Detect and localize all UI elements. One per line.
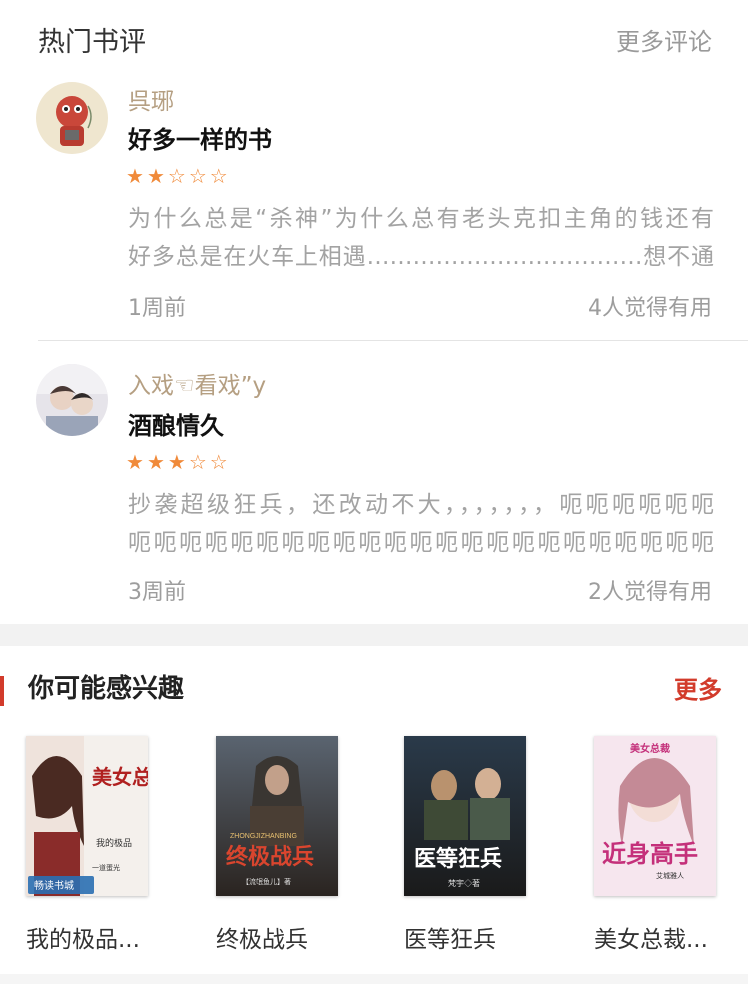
cover-subtitle-text: 美女总裁 (630, 742, 670, 755)
more-recommendations-link[interactable]: 更多 (674, 670, 722, 705)
review-text[interactable]: 为什么总是“杀神”为什么总有老头克扣主角的钱还有 好多总是在火车上相遇……………… (128, 200, 714, 276)
rating-stars: ★★☆☆☆ (126, 166, 231, 186)
review-text-line: 抄袭超级狂兵，还改动不大，，，，，，，呃呃呃呃呃呃 (128, 492, 714, 518)
review-book-title[interactable]: 酒酿情久 (128, 406, 224, 441)
divider (38, 340, 748, 341)
book-title[interactable]: 医等狂兵 (404, 920, 544, 954)
star-empty-icon: ☆ (188, 450, 210, 474)
review-text[interactable]: 抄袭超级狂兵，还改动不大，，，，，，，呃呃呃呃呃呃 呃呃呃呃呃呃呃呃呃呃呃呃呃呃… (128, 486, 714, 562)
book-card[interactable]: 美女总裁 我的极品 一道蛋光 畅读书城 我的极品... (26, 736, 150, 954)
book-cover[interactable]: 美女总裁 我的极品 一道蛋光 畅读书城 (26, 736, 148, 896)
cover-author-text: 【流氓鱼儿】著 (242, 877, 291, 886)
star-filled-icon: ★ (126, 450, 147, 474)
review-time: 1周前 (128, 296, 186, 321)
book-card[interactable]: 美女总裁 近身高手 艾城雅人 美女总裁... (594, 736, 718, 954)
cover-badge-text: 畅读书城 (34, 879, 74, 892)
book-title[interactable]: 我的极品... (26, 920, 166, 954)
reviews-header: 热门书评 更多评论 (0, 0, 748, 76)
book-cover-image: 美女总裁 近身高手 艾城雅人 (594, 736, 716, 896)
cover-title-text: 近身高手 (602, 840, 698, 868)
helpful-count[interactable]: 2人觉得有用 (588, 574, 712, 606)
avatar[interactable] (36, 364, 108, 436)
star-filled-icon: ★ (167, 450, 189, 474)
book-card[interactable]: ZHONGJIZHANBING 终极战兵 【流氓鱼儿】著 终极战兵 (216, 736, 340, 954)
bottom-edge (0, 974, 748, 984)
cover-subtitle-text: ZHONGJIZHANBING (230, 833, 297, 840)
rating-stars: ★★★☆☆ (126, 452, 231, 472)
review-text-line: 呃呃呃呃呃呃呃呃呃呃呃呃呃呃呃呃呃呃呃呃呃呃呃 (128, 530, 714, 556)
book-cover-image: 美女总裁 我的极品 一道蛋光 畅读书城 (26, 736, 148, 896)
cover-title-text: 终极战兵 (226, 844, 314, 869)
cover-author-text: 一道蛋光 (92, 863, 120, 872)
review-item[interactable]: 呉琊 好多一样的书 ★★☆☆☆ 为什么总是“杀神”为什么总有老头克扣主角的钱还有… (0, 76, 748, 341)
star-empty-icon: ☆ (209, 164, 231, 188)
avatar-image (36, 364, 108, 436)
recommend-section-title: 你可能感兴趣 (28, 674, 185, 704)
reviews-section-title: 热门书评 (38, 27, 146, 58)
cover-title-text: 美女总裁 (92, 765, 148, 789)
review-username[interactable]: 呉琊 (128, 82, 174, 116)
book-card[interactable]: 医等狂兵 梵宇◇著 医等狂兵 (404, 736, 528, 954)
star-filled-icon: ★ (146, 164, 168, 188)
section-separator (0, 624, 748, 646)
helpful-count[interactable]: 4人觉得有用 (588, 290, 712, 322)
review-text-line: 为什么总是“杀神”为什么总有老头克扣主角的钱还有 (128, 206, 714, 232)
more-reviews-link[interactable]: 更多评论 (616, 22, 712, 57)
cover-author-text: 艾城雅人 (656, 871, 684, 880)
review-text-line: 好多总是在火车上相遇………………………………想不通 (128, 244, 714, 270)
book-cover[interactable]: ZHONGJIZHANBING 终极战兵 【流氓鱼儿】著 (216, 736, 338, 896)
recommend-section: 你可能感兴趣 更多 美女总裁 我的极品 一道蛋光 畅读书城 我的极品... (0, 646, 748, 984)
book-title[interactable]: 终极战兵 (216, 920, 356, 954)
review-time: 3周前 (128, 580, 186, 605)
star-empty-icon: ☆ (167, 164, 189, 188)
cover-author-text: 梵宇◇著 (448, 878, 480, 888)
cover-subtitle-text: 我的极品 (96, 837, 132, 848)
review-item[interactable]: 入戏☜看戏”y 酒酿情久 ★★★☆☆ 抄袭超级狂兵，还改动不大，，，，，，，呃呃… (0, 342, 748, 624)
avatar-image (36, 82, 108, 154)
section-accent-bar (0, 676, 4, 706)
book-cover-image: ZHONGJIZHANBING 终极战兵 【流氓鱼儿】著 (216, 736, 338, 896)
star-filled-icon: ★ (126, 164, 147, 188)
review-book-title[interactable]: 好多一样的书 (128, 120, 272, 155)
cover-title-text: 医等狂兵 (414, 846, 502, 871)
avatar[interactable] (36, 82, 108, 154)
book-cover[interactable]: 医等狂兵 梵宇◇著 (404, 736, 526, 896)
book-title[interactable]: 美女总裁... (594, 920, 734, 954)
review-username[interactable]: 入戏☜看戏”y (128, 366, 266, 400)
star-filled-icon: ★ (146, 450, 168, 474)
star-empty-icon: ☆ (209, 450, 231, 474)
book-cover-image: 医等狂兵 梵宇◇著 (404, 736, 526, 896)
star-empty-icon: ☆ (188, 164, 210, 188)
book-cover[interactable]: 美女总裁 近身高手 艾城雅人 (594, 736, 716, 896)
